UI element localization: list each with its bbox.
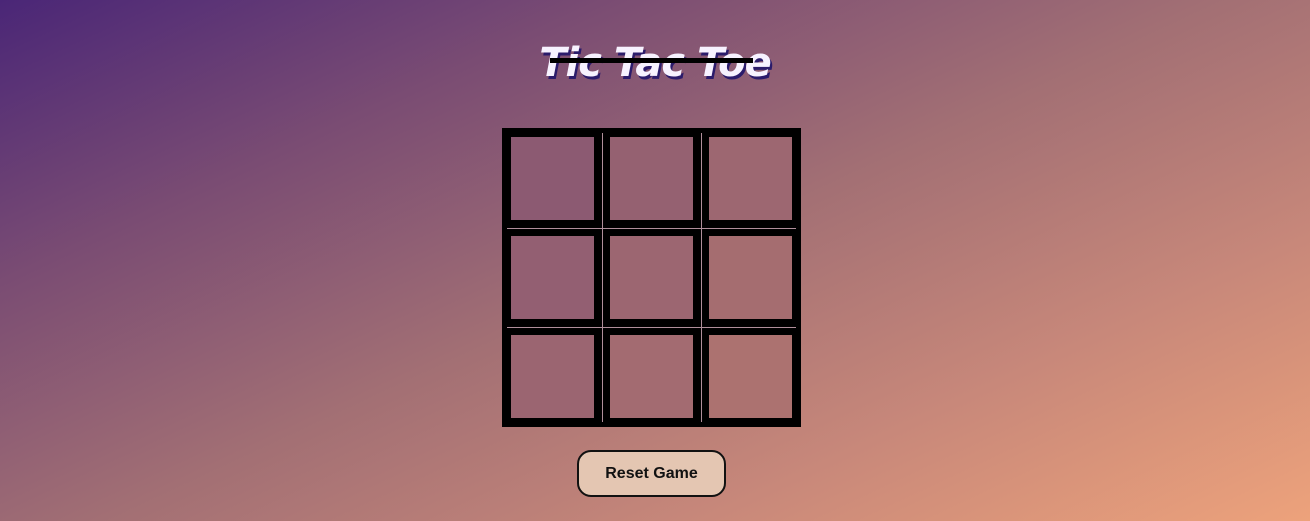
grid-line-horizontal	[507, 326, 796, 328]
board-cell-3[interactable]	[705, 133, 796, 224]
board-cell-9[interactable]	[705, 331, 796, 422]
board-cell-face	[610, 335, 693, 418]
board-cell-2[interactable]	[606, 133, 697, 224]
board-cell-8[interactable]	[606, 331, 697, 422]
board-cell-7[interactable]	[507, 331, 598, 422]
grid-line-vertical	[601, 133, 603, 422]
board-cell-face	[709, 335, 792, 418]
game-board	[502, 128, 801, 427]
board-cell-face	[610, 137, 693, 220]
board-cell-1[interactable]	[507, 133, 598, 224]
reset-game-button[interactable]: Reset Game	[577, 450, 726, 497]
board-cell-4[interactable]	[507, 232, 598, 323]
board-cell-5[interactable]	[606, 232, 697, 323]
board-cell-face	[511, 137, 594, 220]
board-cell-face	[511, 236, 594, 319]
grid-line-vertical	[700, 133, 702, 422]
board-cell-6[interactable]	[705, 232, 796, 323]
board-cell-face	[610, 236, 693, 319]
grid-line-horizontal	[507, 227, 796, 229]
board-cell-face	[511, 335, 594, 418]
title-underline	[550, 58, 753, 63]
board-cell-face	[709, 137, 792, 220]
board-cell-face	[709, 236, 792, 319]
